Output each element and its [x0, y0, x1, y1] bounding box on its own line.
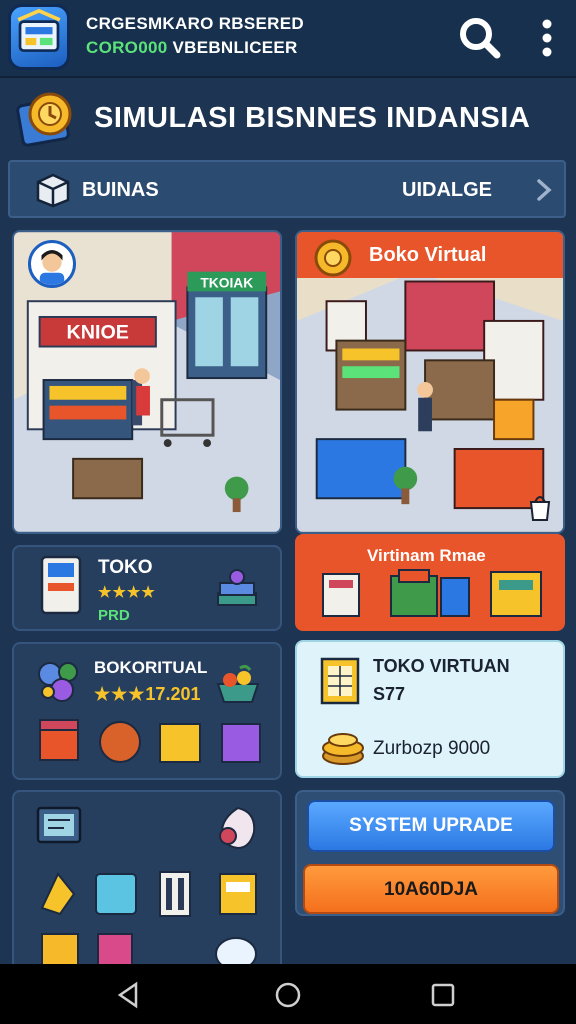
search-icon[interactable]: [456, 14, 502, 60]
bokoritual-card[interactable]: BOKORITUAL ★★★17.201: [12, 642, 282, 780]
top-app-bar: CRGESMKARO RBSERED CORO000 VBEBNLICEER: [0, 0, 576, 78]
bokoritual-stars: ★★★: [94, 684, 146, 704]
virtual-store-scene-card[interactable]: Boko Virtual: [295, 230, 565, 534]
app-title-line1: CRGESMKARO RBSERED: [86, 14, 304, 33]
store-side-sign: TKOIAK: [200, 275, 253, 290]
bokoritual-value: 17.201: [145, 684, 201, 704]
back-icon[interactable]: [114, 980, 144, 1010]
toko-virtuan-title: TOKO VIRTUAN: [373, 656, 510, 676]
bokoritual-title: BOKORITUAL: [94, 658, 208, 677]
inventory-icons-row: [40, 871, 257, 917]
virtual-scene-label: Boko Virtual: [369, 244, 487, 266]
store-main-sign: KNIOE: [67, 322, 129, 344]
gem-heart-icon: [214, 802, 262, 852]
more-vertical-icon[interactable]: [530, 16, 564, 60]
shopping-bag-icon[interactable]: [525, 492, 555, 522]
category-navbar[interactable]: BUINAS UIDALGE: [8, 160, 566, 218]
toko-title: TOKO: [98, 557, 153, 578]
toko-card[interactable]: TOKO ★★★★ PRD: [12, 545, 282, 631]
product-stack-icon: [214, 567, 260, 613]
stenodae-card[interactable]: [12, 790, 282, 974]
avatar[interactable]: [28, 240, 76, 288]
item-icons-row: [39, 719, 261, 763]
home-icon[interactable]: [273, 980, 303, 1010]
store-scene-card[interactable]: KNIOE TKOIAK: [12, 230, 282, 534]
toko-virtuan-sub: S77: [373, 684, 406, 704]
page-title-row: SIMULASI BISNNES INDANSIA: [0, 82, 576, 156]
product-icons-row: [322, 569, 542, 617]
bokoritual-stats: ★★★17.201: [94, 684, 200, 705]
nav-right-label[interactable]: UIDALGE: [402, 179, 492, 202]
coin-stack-icon: [319, 726, 367, 766]
virtual-banner-card[interactable]: Virtinam Rmae: [295, 534, 565, 631]
page-title: SIMULASI BISNNES INDANSIA: [94, 102, 531, 134]
monitor-icon: [36, 806, 82, 846]
toko-stars: ★★★★: [98, 584, 156, 601]
coin-icon: [313, 238, 353, 278]
fruit-basket-icon: [214, 664, 262, 704]
nav-left-label[interactable]: BUINAS: [82, 179, 159, 202]
orange-action-button[interactable]: 10A60DJA: [303, 864, 559, 914]
toko-sub: PRD: [98, 607, 130, 624]
app-title-green-part: CORO000: [86, 38, 168, 57]
app-title-line2: CORO000 VBEBNLICEER: [86, 38, 298, 58]
gear-coin-badge-icon: [14, 88, 80, 150]
actions-panel: SYSTEM UPRADE 10A60DJA: [295, 790, 565, 916]
app-title-white-part: VBEBNLICEER: [167, 38, 298, 57]
recents-icon[interactable]: [428, 980, 458, 1010]
calendar-icon: [319, 656, 361, 706]
box-icon: [34, 172, 72, 208]
gems-icon: [36, 658, 82, 704]
stock-box-icon: [38, 553, 86, 621]
app-logo-icon[interactable]: [8, 4, 70, 70]
toko-virtuan-coins: Zurbozp 9000: [373, 738, 491, 759]
toko-virtuan-card[interactable]: TOKO VIRTUAN S77 Zurbozp 9000: [295, 640, 565, 778]
system-upgrade-button[interactable]: SYSTEM UPRADE: [307, 800, 555, 852]
chevron-right-icon[interactable]: [532, 176, 556, 204]
system-navigation-bar: [0, 964, 576, 1024]
